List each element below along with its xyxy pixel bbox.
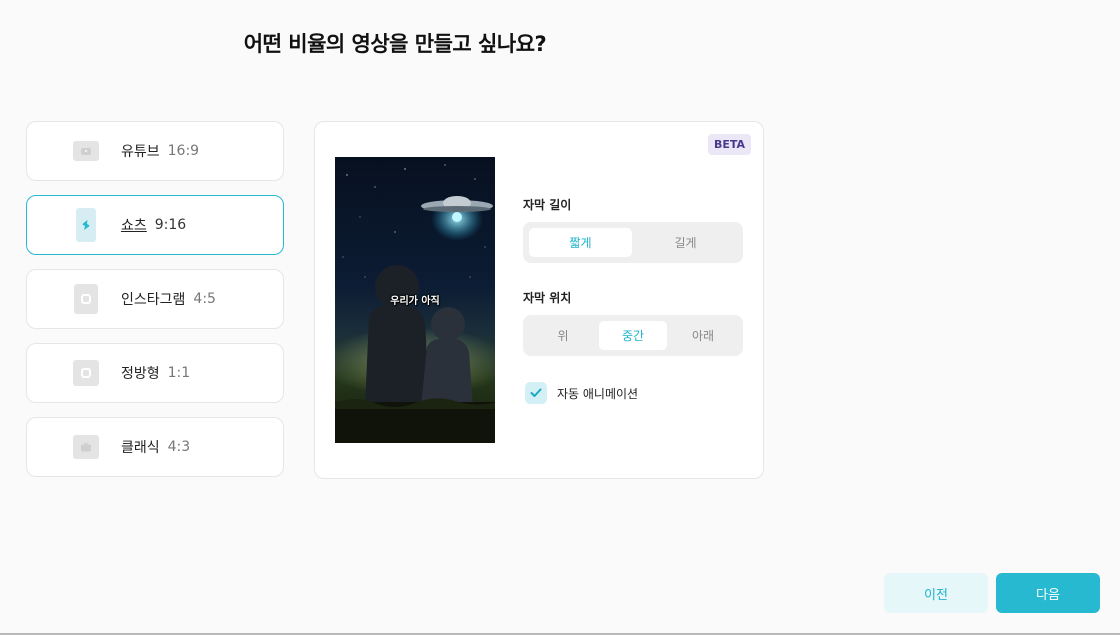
ratio-option-instagram[interactable]: 인스타그램 4:5 <box>26 269 284 329</box>
option-short[interactable]: 짧게 <box>529 228 632 257</box>
ratio-value: 1:1 <box>167 365 191 381</box>
checkmark-icon <box>530 388 542 397</box>
page-title: 어떤 비율의 영상을 만들고 싶나요? <box>243 32 547 56</box>
shorts-icon <box>76 208 96 242</box>
ratio-value: 16:9 <box>167 143 200 159</box>
beta-badge: BETA <box>707 134 751 155</box>
next-button[interactable]: 다음 <box>996 573 1100 613</box>
ratio-name: 클래식 <box>121 440 160 456</box>
instagram-icon <box>74 284 98 314</box>
video-preview: 우리가 아직 <box>335 157 495 443</box>
ratio-option-square[interactable]: 정방형 1:1 <box>26 343 284 403</box>
option-long[interactable]: 길게 <box>634 228 737 257</box>
ratio-option-youtube[interactable]: 유튜브 16:9 <box>26 121 284 181</box>
ratio-option-shorts[interactable]: 쇼츠 9:16 <box>26 195 284 255</box>
preview-subtitle: 우리가 아직 <box>390 296 440 307</box>
youtube-icon <box>73 141 99 161</box>
subtitle-length-label: 자막 길이 <box>523 198 572 212</box>
auto-animation-toggle[interactable]: 자동 애니메이션 <box>525 382 638 404</box>
ratio-value: 4:3 <box>167 439 191 455</box>
subtitle-position-toggle: 위 중간 아래 <box>523 315 743 356</box>
square-icon <box>73 360 99 386</box>
ratio-value: 9:16 <box>154 217 187 233</box>
auto-animation-checkbox[interactable] <box>525 382 547 404</box>
option-top[interactable]: 위 <box>529 321 597 350</box>
auto-animation-label: 자동 애니메이션 <box>557 386 639 401</box>
ratio-name: 유튜브 <box>121 144 160 160</box>
subtitle-settings-panel: BETA 우리가 아직 자막 길이 짧게 길게 자막 위치 위 중간 아래 자동… <box>314 121 764 479</box>
ratio-list: 유튜브 16:9 쇼츠 9:16 인스타그램 4:5 정방형 1:1 클래식 4… <box>26 121 284 491</box>
prev-button[interactable]: 이전 <box>884 573 988 613</box>
tv-icon <box>73 435 99 459</box>
subtitle-position-label: 자막 위치 <box>523 291 572 305</box>
option-middle[interactable]: 중간 <box>599 321 667 350</box>
ratio-value: 4:5 <box>193 291 216 307</box>
ratio-name: 정방형 <box>121 366 160 382</box>
ratio-name: 쇼츠 <box>121 218 147 234</box>
ratio-option-classic[interactable]: 클래식 4:3 <box>26 417 284 477</box>
subtitle-length-toggle: 짧게 길게 <box>523 222 743 263</box>
option-bottom[interactable]: 아래 <box>669 321 737 350</box>
ratio-name: 인스타그램 <box>121 292 186 308</box>
